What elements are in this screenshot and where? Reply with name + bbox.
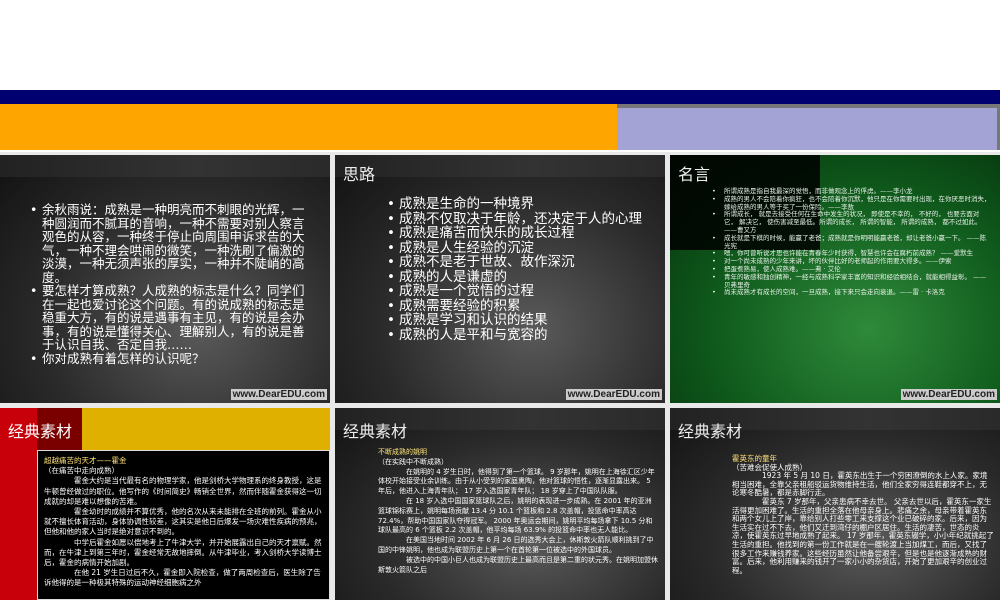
text-body: 霍英东的童年 （苦难会促使人成熟） 1923 年 5 月 10 日，霍英东出生于… [732, 454, 994, 575]
bullet-item: 成熟是痛苦而快乐的成长过程 [387, 226, 647, 241]
paragraph: 在姚明的 4 岁生日时，他得到了第一个篮球。 9 岁那年，姚明在上海徐汇区少年体… [378, 467, 655, 496]
paragraph: 被选中的中国小巨人也成为联盟历史上最高而且是第二重的状元秀。在姚明加盟休斯敦火箭… [378, 555, 658, 574]
bullet-item: 成熟不是老于世故、故作深沉 [387, 255, 647, 270]
paragraph: 霍金幼时的成绩并不算优秀，他的名次从来未能排在全班的前列。霍金从小 就不擅长体育… [44, 507, 322, 537]
slide-title: 经典素材 [678, 422, 743, 441]
paragraph: 在美国当地时间 2002 年 6 月 26 日的选秀大会上，休斯敦火箭队顺利挑到… [378, 536, 654, 554]
slide-thumbnail-2[interactable]: 思路 成熟是生命的一种境界成熟不仅取决于年龄，还决定于人的心理成熟是痛苦而快乐的… [335, 155, 665, 403]
yellow-band [82, 408, 330, 450]
paragraph: 中学后霍金如愿以偿地考上了牛津大学，并开始展露出自己的天才禀赋。然而，在牛津上到… [44, 537, 322, 568]
slide-thumbnail-3[interactable]: 名言 所谓成熟是指自我最深的觉悟，而非做观念上的俘虏。——李小龙成熟的男人不会陪… [670, 155, 1000, 403]
slide-title: 经典素材 [8, 422, 73, 441]
slide-thumbnail-5[interactable]: 经典素材 不断成熟的姚明 （在实践中不断成熟） 在姚明的 4 岁生日时，他得到了… [335, 408, 665, 600]
bullet-item: 成熟的人是平和与宽容的 [387, 327, 647, 343]
slide-title: 思路 [343, 165, 376, 184]
watermark: www.DearEDU.com [565, 389, 662, 400]
bullet-item: 成熟是人生经验的沉淀 [387, 240, 647, 256]
bullet-item: 成熟是学习和认识的结果 [387, 313, 647, 328]
slide-thumbnail-6[interactable]: 经典素材 霍英东的童年 （苦难会促使人成熟） 1923 年 5 月 10 日，霍… [670, 408, 1000, 600]
text-body: 不断成熟的姚明 （在实践中不断成熟） 在姚明的 4 岁生日时，他得到了第一个篮球… [378, 448, 658, 575]
bullet-item: 成熟的人是谦虚的 [387, 269, 647, 285]
story-subtitle: （在实践中不断成熟） [378, 457, 448, 466]
bullet-list: 所谓成熟是指自我最深的觉悟，而非做观念上的俘虏。——李小龙成熟的男人不会陪着你疯… [712, 187, 992, 297]
bullet-item: 要怎样才算成熟？人成熟的标志是什么？同学们在一起也爱讨论这个问题。有的说成熟的标… [30, 284, 315, 352]
story-subtitle: （在痛苦中走向成熟） [44, 466, 119, 476]
bullet-item: 所谓成长， 就是去接受任何在生命中发生的状况， 即使是不幸的， 不好的， 也要去… [712, 210, 992, 234]
slide-title: 名言 [678, 165, 711, 184]
bullet-item: 你对成熟有着怎样的认识呢？ [30, 351, 315, 366]
bullet-item: 成熟不仅取决于年龄，还决定于人的心理 [387, 211, 647, 227]
bullet-item: 成熟是生命的一种境界 [387, 197, 647, 212]
bullet-item: 成熟需要经验的积累 [387, 298, 647, 314]
slide-thumbnail-1[interactable]: 余秋雨说：成熟是一种明亮而不刺眼的光辉，一种圆润而不腻耳的音响，一种不需要对别人… [0, 155, 330, 403]
paragraph: 在 18 岁入选中国国家篮球队之后，姚明的表现进一步成熟。在 2001 年的亚洲… [378, 496, 653, 535]
slide-thumbnail-4[interactable]: 经典素材 超越痛苦的天才——霍金 （在痛苦中走向成熟） 霍金大约是当代最有名的物… [0, 408, 330, 600]
paragraph: 霍金大约是当代最有名的物理学家，他是剑桥大学物理系的终身教授，这是牛顿曾经做过的… [44, 476, 322, 506]
text-box: 超越痛苦的天才——霍金 （在痛苦中走向成熟） 霍金大约是当代最有名的物理学家，他… [37, 450, 330, 600]
navy-stripe [0, 90, 1000, 104]
watermark: www.DearEDU.com [230, 389, 327, 400]
watermark: www.DearEDU.com [900, 389, 997, 400]
slide-title: 经典素材 [343, 422, 408, 441]
bullet-item: 余秋雨说：成熟是一种明亮而不刺眼的光辉，一种圆润而不腻耳的音响，一种不需要对别人… [30, 203, 315, 284]
paragraph: 1923 年 5 月 10 日，霍英东出生于一个穷困潦倒的水上人家。家境相当困难… [732, 471, 988, 498]
bullet-item: 成熟是一个觉悟的过程 [387, 284, 647, 299]
paragraph: 霍英东 7 岁那年，父亲患病不幸去世。 父亲去世以后，霍英东一家生活得更加困难了… [732, 496, 994, 575]
story-heading: 超越痛苦的天才——霍金 [44, 456, 127, 465]
bullet-list: 余秋雨说：成熟是一种明亮而不刺眼的光辉，一种圆润而不腻耳的音响，一种不需要对别人… [30, 203, 315, 365]
bullet-item: 尚未成熟才有成长的空间，一旦成熟，接下来只会走向衰退。——雷 · 卡洛克 [712, 289, 992, 297]
lavender-bar [617, 104, 1000, 150]
bullet-list: 成熟是生命的一种境界成熟不仅取决于年龄，还决定于人的心理成熟是痛苦而快乐的成长过… [387, 197, 647, 342]
paragraph: 在他 21 岁生日过后不久，霍金即入院检查，做了两周检查后，医生除了告诉他得的是… [44, 568, 321, 588]
story-heading: 不断成熟的姚明 [378, 448, 427, 456]
orange-bar [0, 104, 617, 150]
